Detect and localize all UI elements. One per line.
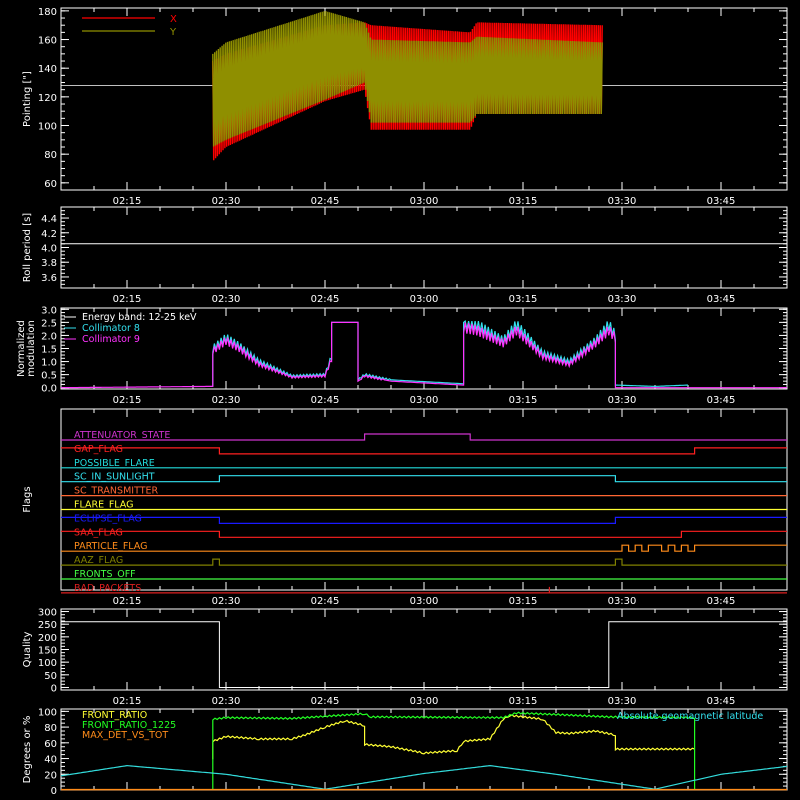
x-tick-label: 02:30: [212, 294, 241, 305]
x-tick-label: 03:45: [707, 294, 736, 305]
legend-label-y: Y: [169, 27, 177, 38]
x-tick-label: 03:00: [410, 696, 439, 707]
y-tick-label: 2.0: [41, 331, 57, 342]
x-tick-label: 02:45: [311, 395, 340, 406]
x-tick-label: 02:30: [212, 196, 241, 207]
y-tick-label: 3.8: [41, 258, 57, 269]
x-tick-label: 03:30: [608, 294, 637, 305]
x-tick-label: 03:30: [608, 395, 637, 406]
y-tick-label: 300: [38, 608, 57, 619]
y-tick-label: 0: [51, 683, 57, 694]
y-tick-label: 80: [44, 723, 57, 734]
x-tick-label: 03:30: [608, 596, 637, 607]
legend-label: MAX_DET_VS_TOT: [82, 730, 168, 741]
x-tick-label: 02:45: [311, 596, 340, 607]
y-tick-label: 3.6: [41, 273, 57, 284]
y-tick-label: 200: [38, 633, 57, 644]
x-tick-label: 02:45: [311, 696, 340, 707]
y-tick-label: 80: [44, 150, 57, 161]
flag-label: FRONTS_OFF: [74, 569, 136, 580]
x-tick-label: 02:45: [311, 294, 340, 305]
y-tick-label: 3.0: [41, 305, 57, 316]
flag-label: ATTENUATOR_STATE: [74, 430, 170, 441]
x-tick-label: 02:30: [212, 395, 241, 406]
flag-label: ECLIPSE_FLAG: [74, 513, 142, 524]
flag-label: FLARE_FLAG: [74, 500, 134, 511]
x-tick-label: 03:45: [707, 596, 736, 607]
y-tick-label: 0.5: [41, 371, 57, 382]
y-tick-label: 4.4: [41, 214, 57, 225]
flag-label: POSSIBLE_FLARE: [74, 458, 155, 469]
flag-label: GAP_FLAG: [74, 444, 123, 455]
y-axis-label: modulation: [26, 320, 37, 377]
y-tick-label: 50: [44, 671, 57, 682]
y-tick-label: 4.0: [41, 244, 57, 255]
x-tick-label: 03:00: [410, 294, 439, 305]
x-tick-label: 02:15: [113, 294, 142, 305]
x-tick-label: 03:30: [608, 196, 637, 207]
x-tick-label: 03:15: [509, 196, 538, 207]
y-tick-label: 0.0: [41, 384, 57, 395]
x-tick-label: 03:45: [707, 196, 736, 207]
x-tick-label: 03:45: [707, 395, 736, 406]
x-tick-label: 03:00: [410, 196, 439, 207]
flag-label: SC_TRANSMITTER: [74, 486, 159, 497]
legend-label: Collimator 8: [82, 323, 140, 334]
flag-label: AAZ_FLAG: [74, 555, 123, 566]
y-tick-label: 180: [38, 7, 57, 18]
y-axis-label: Flags: [22, 486, 33, 512]
y-tick-label: 20: [44, 770, 57, 781]
flag-label: BAD_PACKETS: [74, 583, 141, 594]
y-tick-label: 60: [44, 739, 57, 750]
x-tick-label: 03:15: [509, 596, 538, 607]
x-tick-label: 03:30: [608, 696, 637, 707]
flag-label: SAA_FLAG: [74, 527, 123, 538]
x-tick-label: 03:00: [410, 596, 439, 607]
y-tick-label: 100: [38, 122, 57, 133]
x-tick-label: 02:15: [113, 395, 142, 406]
x-tick-label: 02:45: [311, 196, 340, 207]
rhessi-summary-plot: 60 80 100 120 140 160 180 02:15 02:30 02:45 03:00 0…: [0, 0, 800, 800]
x-tick-label: 03:45: [707, 696, 736, 707]
y-axis-label: Degrees or %: [22, 716, 33, 784]
y-tick-label: 1.0: [41, 358, 57, 369]
y-tick-label: 160: [38, 36, 57, 47]
y-tick-label: 150: [38, 646, 57, 657]
legend-label: Energy band: 12-25 keV: [82, 312, 197, 323]
y-axis-label: Pointing ["]: [22, 71, 33, 127]
x-tick-label: 02:15: [113, 696, 142, 707]
y-tick-label: 0: [51, 786, 57, 797]
y-tick-label: 140: [38, 64, 57, 75]
x-tick-label: 03:15: [509, 696, 538, 707]
x-tick-label: 03:00: [410, 395, 439, 406]
y-axis-label: Roll period [s]: [22, 213, 33, 282]
x-tick-label: 02:15: [113, 596, 142, 607]
y-tick-label: 40: [44, 755, 57, 766]
y-axis-label: Quality: [22, 632, 33, 668]
y-tick-label: 100: [38, 707, 57, 718]
flag-label: SC_IN_SUNLIGHT: [74, 472, 155, 483]
y-tick-label: 250: [38, 620, 57, 631]
flag-label: PARTICLE_FLAG: [74, 541, 147, 552]
y-tick-label: 100: [38, 658, 57, 669]
x-tick-label: 03:15: [509, 294, 538, 305]
y-tick-label: 60: [44, 179, 57, 190]
x-tick-label: 02:30: [212, 696, 241, 707]
y-tick-label: 4.2: [41, 229, 57, 240]
legend-label-x: X: [170, 14, 177, 25]
y-tick-label: 120: [38, 93, 57, 104]
x-tick-label: 02:15: [113, 196, 142, 207]
y-tick-label: 1.5: [41, 345, 57, 356]
y-tick-label: 2.5: [41, 318, 57, 329]
legend-label: Collimator 9: [82, 334, 140, 345]
x-tick-label: 02:30: [212, 596, 241, 607]
x-tick-label: 03:15: [509, 395, 538, 406]
legend-label: Absolute geomagnetic latitude: [617, 711, 763, 722]
